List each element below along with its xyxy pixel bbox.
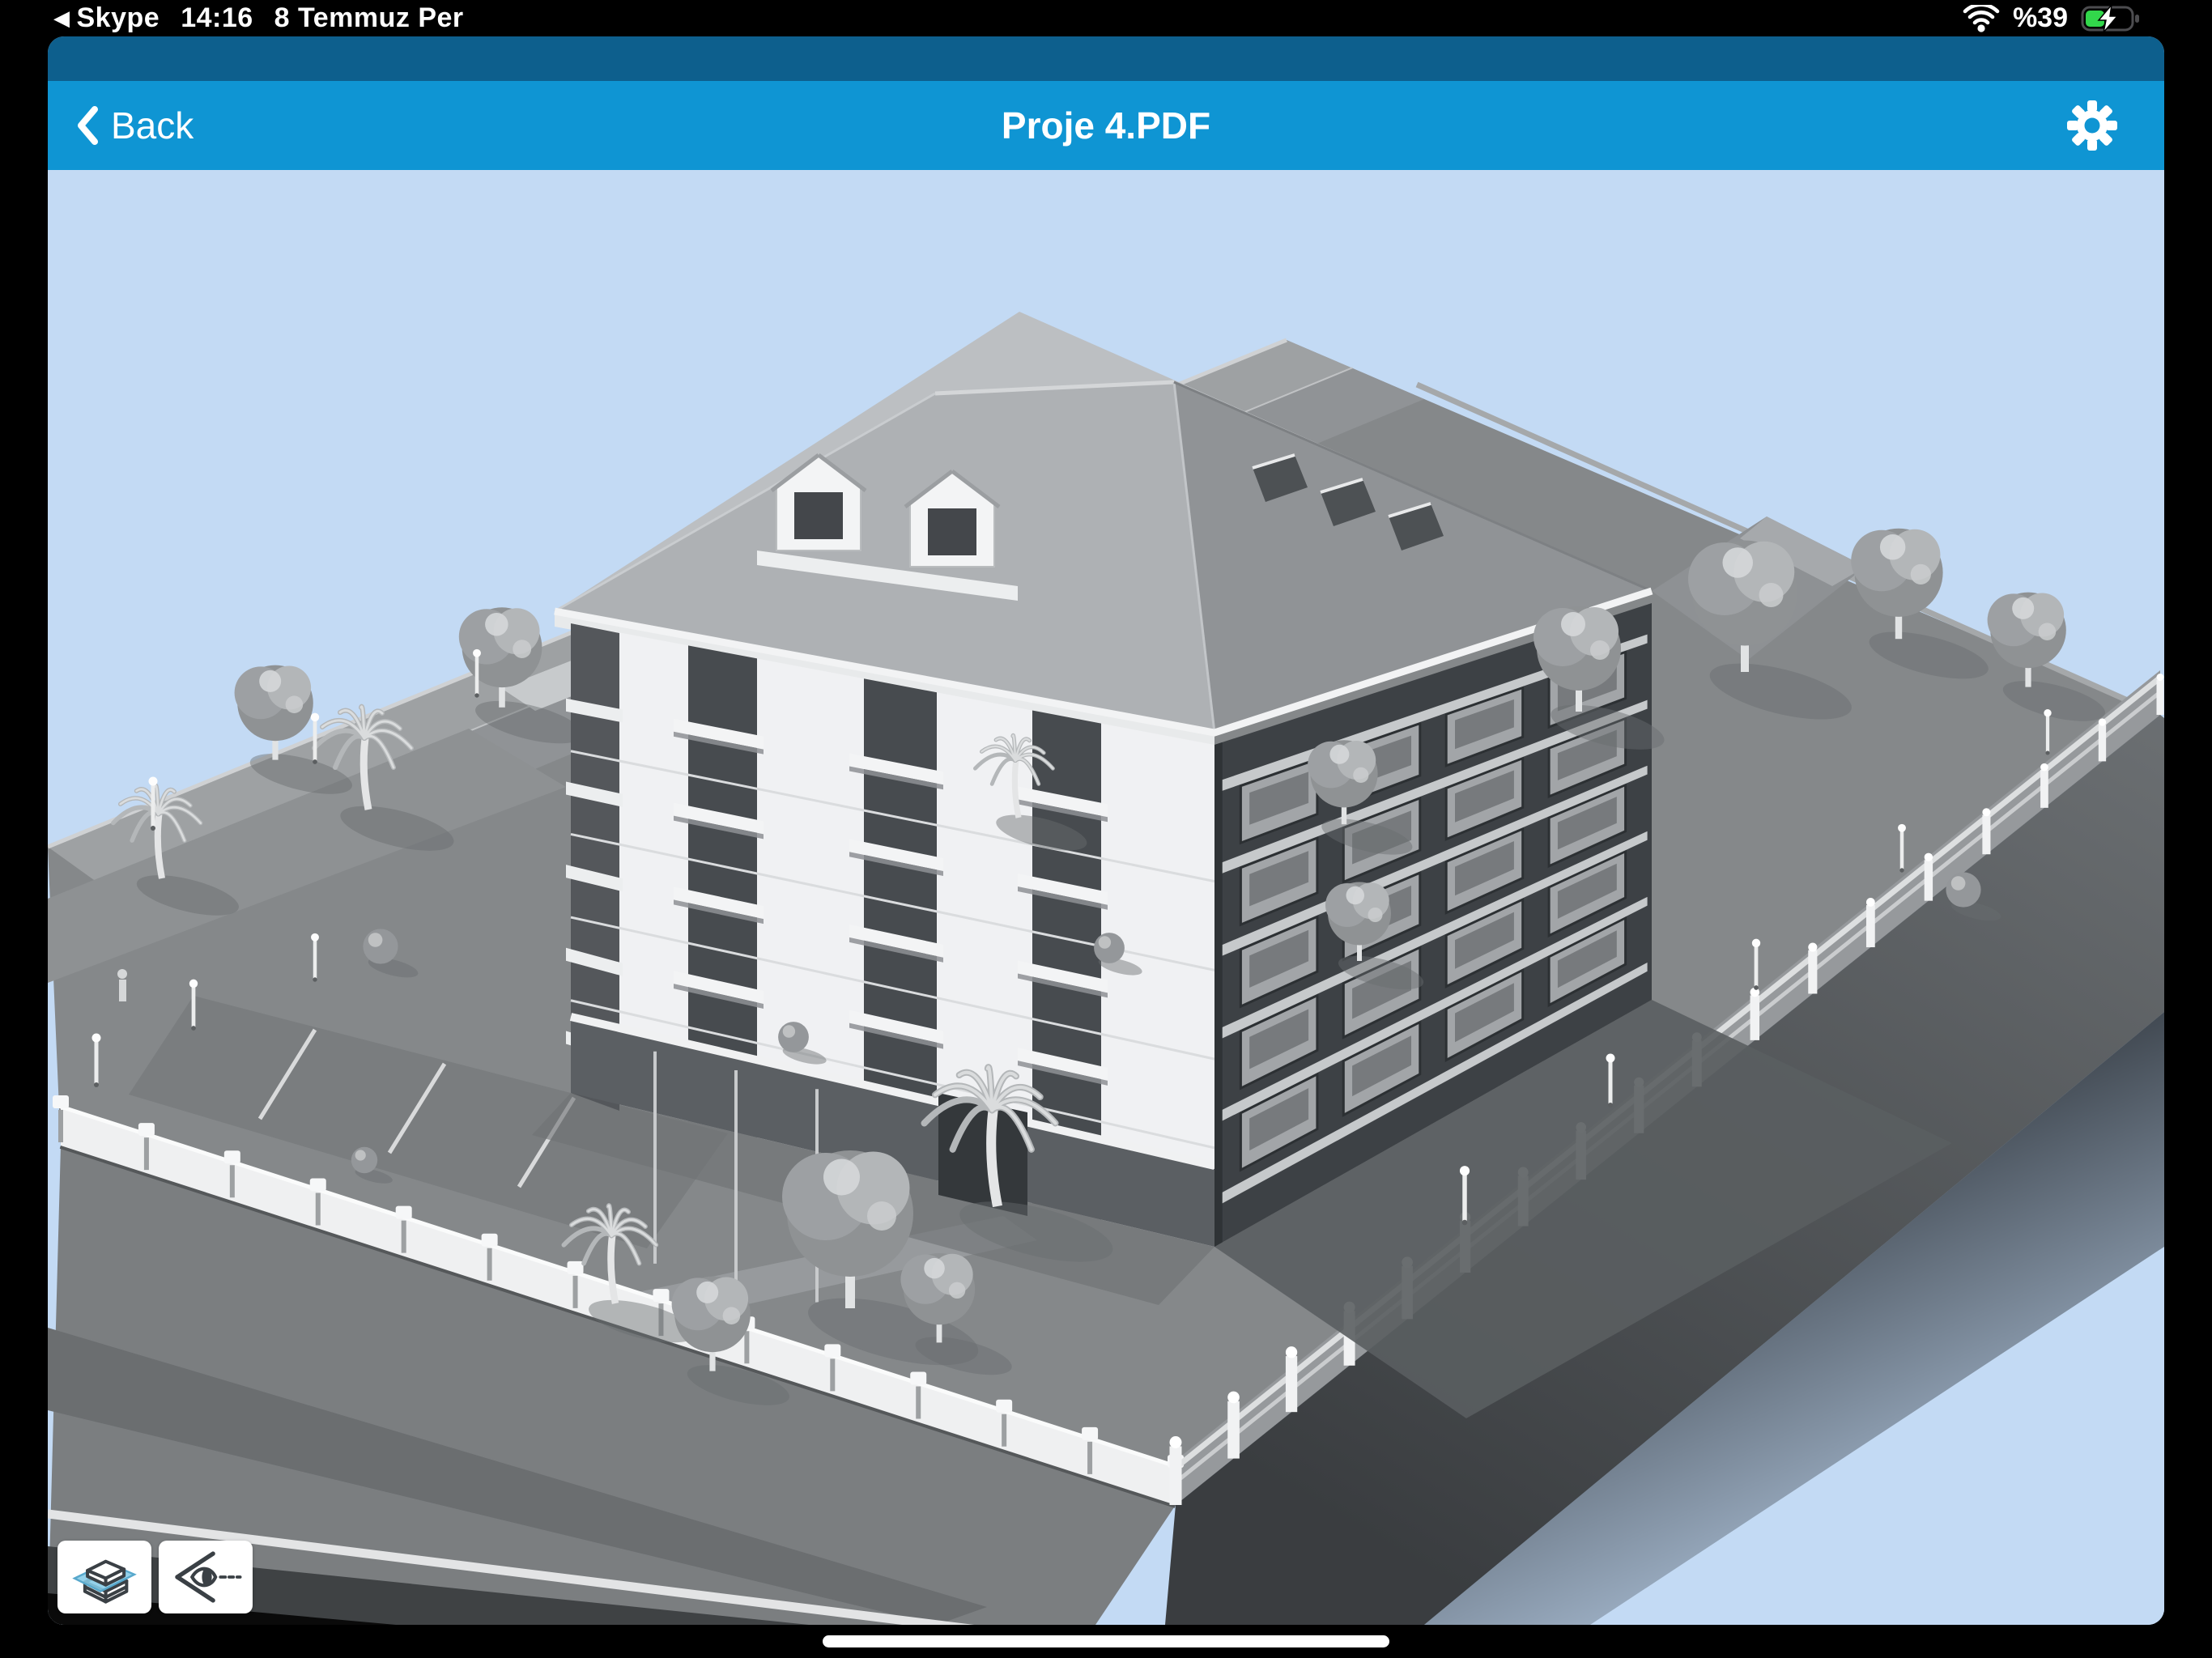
battery-percent: %39 [2013, 2, 2068, 34]
home-indicator[interactable] [823, 1635, 1389, 1647]
document-title: Proje 4.PDF [48, 104, 2164, 147]
return-app-label: Skype [77, 2, 160, 34]
chevron-left-icon [75, 105, 100, 146]
section-plane-tool-button[interactable] [57, 1541, 151, 1613]
back-button[interactable]: Back [48, 104, 194, 147]
model-viewport[interactable] [48, 170, 2164, 1625]
status-time: 14:16 [181, 2, 253, 34]
status-bar: ◀ Skype 14:16 8 Temmuz Per %39 [0, 0, 2212, 36]
eye-icon [169, 1549, 242, 1605]
viewer-tool-tray [57, 1541, 253, 1613]
home-bar [0, 1625, 2212, 1658]
section-plane-icon [70, 1547, 139, 1607]
building-3d-render [48, 170, 2164, 1625]
view-mode-tool-button[interactable] [159, 1541, 253, 1613]
back-button-label: Back [111, 104, 194, 147]
battery-charging-icon [2081, 4, 2144, 33]
nav-top-strip [48, 36, 2164, 81]
back-to-app-triangle-icon: ◀ [53, 8, 70, 29]
status-date: 8 Temmuz Per [274, 2, 464, 34]
app-window: Back Proje 4.PDF [48, 36, 2164, 1625]
settings-gear-icon[interactable] [2065, 99, 2119, 152]
navigation-bar: Back Proje 4.PDF [48, 81, 2164, 170]
wifi-icon [1963, 5, 2000, 32]
return-to-app-button[interactable]: ◀ Skype [53, 2, 160, 34]
